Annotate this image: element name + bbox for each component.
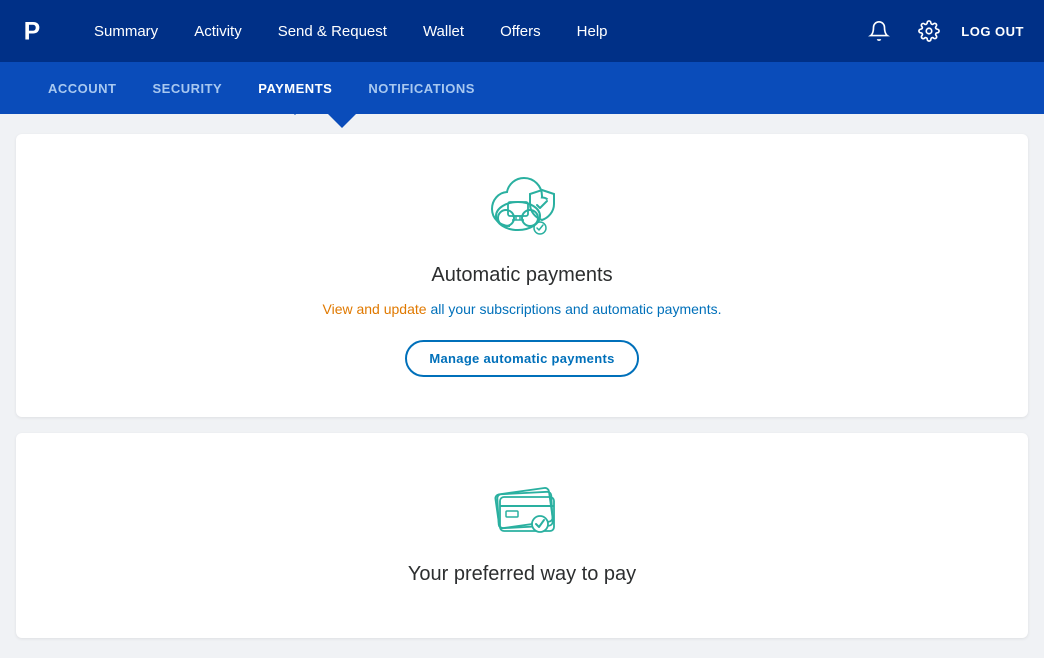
automatic-payments-title: Automatic payments	[431, 264, 612, 287]
description-blue-text: all your subscriptions and automatic pay…	[430, 301, 721, 317]
active-tab-arrow	[328, 114, 356, 128]
description-orange-text: View and update	[323, 301, 431, 317]
automatic-payments-description: View and update all your subscriptions a…	[323, 299, 722, 320]
automatic-payments-icon	[482, 174, 562, 244]
manage-automatic-payments-button[interactable]: Manage automatic payments	[405, 340, 638, 377]
preferred-pay-icon	[482, 473, 562, 543]
nav-links: Summary Activity Send & Request Wallet O…	[76, 0, 861, 62]
nav-send-request[interactable]: Send & Request	[260, 0, 405, 62]
paypal-logo[interactable]: P	[20, 13, 56, 49]
sub-nav-account[interactable]: ACCOUNT	[30, 62, 135, 114]
svg-text:P: P	[24, 19, 40, 46]
logout-button[interactable]: LOG OUT	[961, 24, 1024, 39]
nav-right: LOG OUT	[861, 13, 1024, 49]
sub-nav-security[interactable]: SECURITY	[135, 62, 241, 114]
nav-offers[interactable]: Offers	[482, 0, 559, 62]
preferred-pay-card: Your preferred way to pay	[16, 433, 1028, 638]
nav-activity[interactable]: Activity	[176, 0, 260, 62]
preferred-pay-title: Your preferred way to pay	[408, 563, 636, 586]
sub-nav-payments[interactable]: PAYMENTS	[240, 62, 350, 114]
sub-nav: ACCOUNT SECURITY PAYMENTS NOTIFICATIONS	[0, 62, 1044, 114]
top-nav: P Summary Activity Send & Request Wallet…	[0, 0, 1044, 62]
nav-wallet[interactable]: Wallet	[405, 0, 482, 62]
settings-icon-btn[interactable]	[911, 13, 947, 49]
sub-nav-notifications[interactable]: NOTIFICATIONS	[350, 62, 493, 114]
main-content: Automatic payments View and update all y…	[0, 114, 1044, 658]
nav-summary[interactable]: Summary	[76, 0, 176, 62]
notifications-icon-btn[interactable]	[861, 13, 897, 49]
automatic-payments-card: Automatic payments View and update all y…	[16, 134, 1028, 417]
nav-help[interactable]: Help	[559, 0, 626, 62]
